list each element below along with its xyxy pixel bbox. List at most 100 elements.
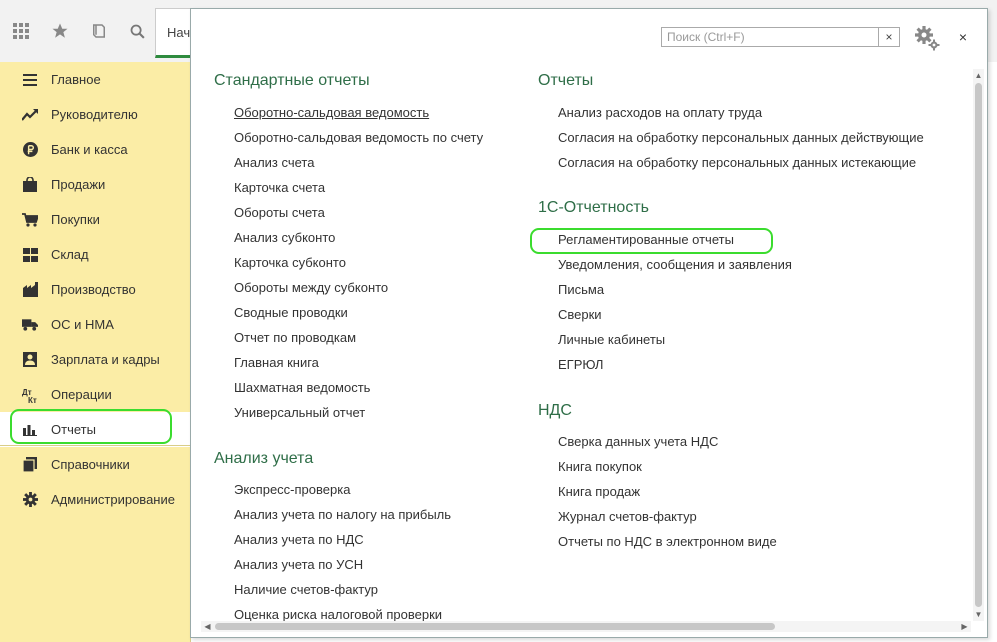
person-icon — [22, 352, 38, 368]
history-icon[interactable] — [82, 13, 117, 49]
vertical-scroll-thumb[interactable] — [975, 83, 982, 607]
sidebar-item-label: Операции — [51, 387, 112, 402]
scroll-left-icon[interactable]: ◀ — [203, 622, 212, 631]
sidebar-item-label: Продажи — [51, 177, 106, 192]
sidebar-item-warehouse[interactable]: Склад — [0, 237, 190, 272]
report-link[interactable]: Карточка счета — [234, 180, 325, 195]
home-tab[interactable]: Начальная страница — [155, 8, 192, 58]
close-button[interactable]: × — [953, 27, 973, 47]
report-link[interactable]: Уведомления, сообщения и заявления — [558, 257, 792, 272]
report-link[interactable]: Анализ учета по НДС — [234, 532, 364, 547]
gear-icon — [22, 492, 38, 508]
sidebar-item-reports[interactable]: Отчеты — [0, 412, 190, 447]
svg-text:Кт: Кт — [28, 396, 37, 403]
report-link[interactable]: Экспресс-проверка — [234, 482, 350, 497]
report-link[interactable]: Карточка субконто — [234, 255, 346, 270]
close-icon: × — [958, 29, 968, 45]
search-icon[interactable] — [120, 13, 155, 49]
report-link[interactable]: Шахматная ведомость — [234, 380, 370, 395]
sidebar-item-bank[interactable]: Банк и касса — [0, 132, 190, 167]
sidebar-item-operations[interactable]: Дт Кт Операции — [0, 377, 190, 412]
report-link[interactable]: Универсальный отчет — [234, 405, 365, 420]
report-link[interactable]: Книга покупок — [558, 459, 642, 474]
sidebar-item-main[interactable]: Главное — [0, 62, 190, 97]
report-link[interactable]: Анализ субконто — [234, 230, 335, 245]
report-link[interactable]: Анализ расходов на оплату труда — [558, 105, 762, 120]
report-link[interactable]: Сводные проводки — [234, 305, 348, 320]
scroll-right-icon[interactable]: ▶ — [960, 622, 969, 631]
sidebar-item-label: Склад — [51, 247, 89, 262]
report-link[interactable]: ЕГРЮЛ — [558, 357, 603, 372]
sidebar-item-catalogs[interactable]: Справочники — [0, 447, 190, 482]
sidebar-item-salary[interactable]: Зарплата и кадры — [0, 342, 190, 377]
sidebar-item-label: Покупки — [51, 212, 100, 227]
report-link[interactable]: Наличие счетов-фактур — [234, 582, 378, 597]
reports-panel: × × Стандартные отчеты Оборотно-сальдова… — [190, 8, 988, 638]
report-link[interactable]: Личные кабинеты — [558, 332, 665, 347]
report-link[interactable]: Сверка данных учета НДС — [558, 434, 718, 449]
vertical-scrollbar[interactable]: ▲ ▼ — [973, 69, 984, 621]
report-link[interactable]: Анализ учета по налогу на прибыль — [234, 507, 451, 522]
report-link[interactable]: Оборотно-сальдовая ведомость по счету — [234, 130, 483, 145]
scroll-up-icon[interactable]: ▲ — [974, 71, 983, 80]
bar-chart-icon — [22, 422, 38, 438]
section-title-1c-reporting: 1С-Отчетность — [538, 199, 649, 216]
clear-icon: × — [885, 30, 893, 44]
sidebar-item-label: Производство — [51, 282, 136, 297]
top-toolbar — [0, 0, 155, 62]
menu-lines-icon — [22, 72, 38, 88]
search-input[interactable] — [661, 27, 879, 47]
report-link[interactable]: Обороты счета — [234, 205, 325, 220]
report-link[interactable]: Сверки — [558, 307, 602, 322]
report-link[interactable]: Книга продаж — [558, 484, 640, 499]
sidebar-item-label: Главное — [51, 72, 101, 87]
truck-icon — [22, 317, 38, 333]
section-title-reports: Отчеты — [538, 72, 594, 89]
shopping-cart-icon — [22, 212, 38, 228]
report-link[interactable]: Анализ счета — [234, 155, 314, 170]
section-title-accounting-analysis: Анализ учета — [214, 450, 314, 467]
sidebar-item-sales[interactable]: Продажи — [0, 167, 190, 202]
sidebar-item-label: Банк и касса — [51, 142, 128, 157]
section-title-standard-reports: Стандартные отчеты — [214, 72, 370, 89]
report-link[interactable]: Обороты между субконто — [234, 280, 388, 295]
horizontal-scroll-thumb[interactable] — [215, 623, 775, 630]
report-link[interactable]: Главная книга — [234, 355, 319, 370]
scroll-down-icon[interactable]: ▼ — [974, 610, 983, 619]
report-link[interactable]: Журнал счетов-фактур — [558, 509, 697, 524]
home-tab-label: Начальная страница — [167, 25, 191, 40]
star-icon[interactable] — [43, 13, 78, 49]
settings-gear-icon[interactable] — [913, 24, 941, 52]
ruble-coin-icon — [22, 142, 38, 158]
report-link[interactable]: Согласия на обработку персональных данны… — [558, 155, 916, 170]
background-page-edge — [988, 62, 997, 642]
sidebar-divider — [0, 445, 190, 446]
report-link[interactable]: Письма — [558, 282, 604, 297]
sidebar-item-purchases[interactable]: Покупки — [0, 202, 190, 237]
sidebar-item-label: Отчеты — [51, 422, 96, 437]
warehouse-icon — [22, 247, 38, 263]
shopping-bag-icon — [22, 177, 38, 193]
report-link[interactable]: Анализ учета по УСН — [234, 557, 363, 572]
sidebar-item-label: Руководителю — [51, 107, 138, 122]
sidebar-item-assets[interactable]: ОС и НМА — [0, 307, 190, 342]
sidebar: Главное Руководителю Банк и касса Продаж… — [0, 62, 191, 642]
sidebar-item-label: ОС и НМА — [51, 317, 114, 332]
report-link[interactable]: Оборотно-сальдовая ведомость — [234, 105, 429, 120]
apps-grid-icon[interactable] — [4, 13, 39, 49]
sidebar-item-admin[interactable]: Администрирование — [0, 482, 190, 517]
report-link[interactable]: Согласия на обработку персональных данны… — [558, 130, 924, 145]
trend-chart-icon — [22, 107, 38, 123]
section-title-vat: НДС — [538, 402, 572, 419]
search-clear-button[interactable]: × — [879, 27, 900, 47]
sidebar-item-label: Справочники — [51, 457, 130, 472]
sidebar-item-production[interactable]: Производство — [0, 272, 190, 307]
report-link[interactable]: Отчет по проводкам — [234, 330, 356, 345]
report-link[interactable]: Оценка риска налоговой проверки — [234, 607, 442, 622]
report-link[interactable]: Отчеты по НДС в электронном виде — [558, 534, 777, 549]
debit-credit-icon: Дт Кт — [22, 387, 38, 403]
sidebar-item-label: Зарплата и кадры — [51, 352, 160, 367]
report-link-regulated[interactable]: Регламентированные отчеты — [558, 232, 734, 247]
sidebar-item-manager[interactable]: Руководителю — [0, 97, 190, 132]
horizontal-scrollbar[interactable]: ◀ ▶ — [201, 621, 971, 632]
